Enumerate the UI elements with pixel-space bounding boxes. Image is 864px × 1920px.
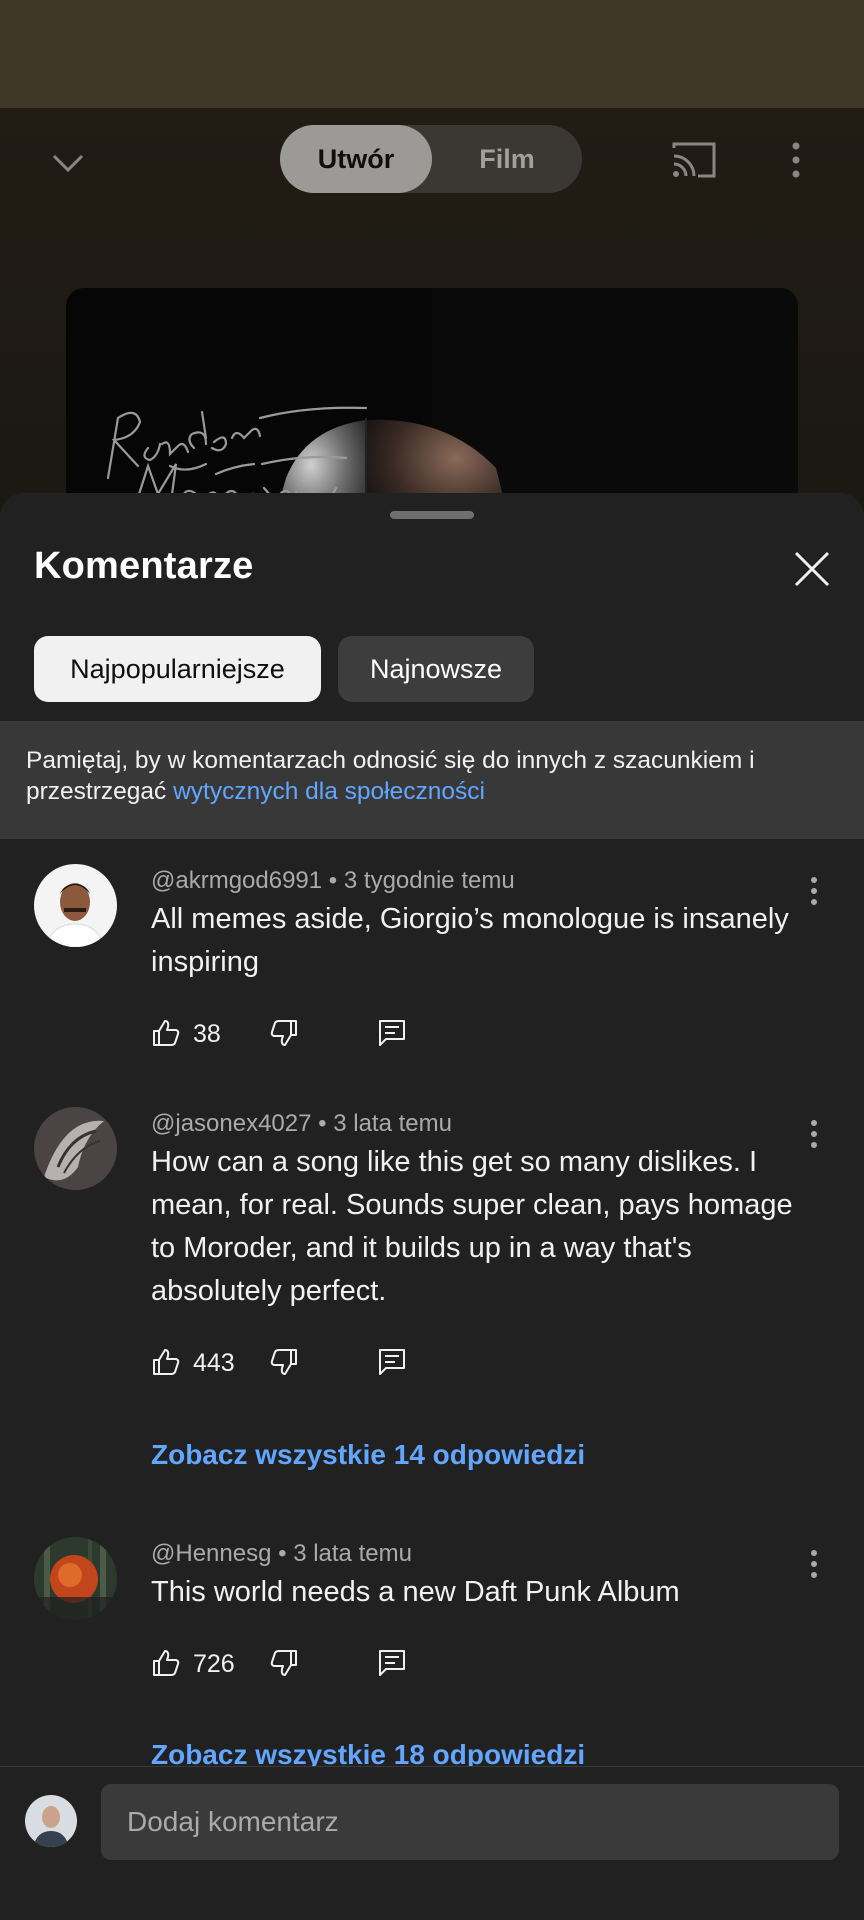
drag-handle[interactable]	[390, 511, 474, 519]
like-count: 443	[193, 1349, 235, 1377]
like-icon[interactable]	[151, 1648, 181, 1678]
comment-meta: @jasonex4027 • 3 lata temu	[151, 1110, 452, 1137]
close-icon[interactable]	[790, 547, 834, 591]
comment-composer: Dodaj komentarz	[0, 1766, 864, 1920]
more-vert-icon[interactable]	[802, 1549, 826, 1579]
like-count: 38	[193, 1020, 221, 1048]
dislike-icon[interactable]	[269, 1018, 299, 1048]
sort-chip-newest[interactable]: Najnowsze	[338, 636, 534, 702]
comment-text: This world needs a new Daft Punk Album	[151, 1576, 680, 1608]
status-bar	[0, 0, 864, 108]
comment-time: 3 lata temu	[293, 1540, 412, 1567]
sort-chip-top[interactable]: Najpopularniejsze	[34, 636, 321, 702]
song-video-toggle: Utwór Film	[280, 125, 582, 193]
comment-text: All memes aside, Giorgio’s monologue is …	[151, 903, 789, 978]
avatar[interactable]	[34, 1537, 117, 1620]
comment-actions: 443	[151, 1347, 451, 1387]
comment-meta: @Hennesg • 3 lata temu	[151, 1540, 412, 1567]
dislike-icon[interactable]	[269, 1347, 299, 1377]
community-notice: Pamiętaj, by w komentarzach odnosić się …	[0, 721, 864, 839]
like-icon[interactable]	[151, 1347, 181, 1377]
like-icon[interactable]	[151, 1018, 181, 1048]
player-toolbar: Utwór Film	[0, 108, 864, 212]
avatar[interactable]	[34, 864, 117, 947]
add-comment-input[interactable]: Dodaj komentarz	[101, 1784, 839, 1860]
tab-video[interactable]: Film	[432, 125, 582, 193]
reply-icon[interactable]	[377, 1018, 407, 1048]
more-vert-icon[interactable]	[802, 876, 826, 906]
community-guidelines-link[interactable]: wytycznych dla społeczności	[173, 778, 485, 805]
avatar[interactable]	[34, 1107, 117, 1190]
reply-icon[interactable]	[377, 1347, 407, 1377]
cast-icon[interactable]	[670, 138, 718, 182]
comment-author[interactable]: @Hennesg	[151, 1540, 271, 1567]
comment-meta: @akrmgod6991 • 3 tygodnie temu	[151, 867, 515, 894]
reply-icon[interactable]	[377, 1648, 407, 1678]
avatar	[25, 1795, 77, 1847]
comment-time: 3 tygodnie temu	[343, 867, 515, 894]
comment-actions: 726	[151, 1648, 451, 1688]
comment-author[interactable]: @akrmgod6991	[151, 867, 322, 894]
view-replies-link[interactable]: Zobacz wszystkie 14 odpowiedzi	[151, 1439, 585, 1471]
more-vert-icon[interactable]	[780, 138, 812, 182]
like-count: 726	[193, 1650, 235, 1678]
comments-title: Komentarze	[34, 545, 254, 587]
comment-actions: 38	[151, 1018, 451, 1058]
comment-author[interactable]: @jasonex4027	[151, 1110, 311, 1137]
player-area: Utwór Film	[0, 108, 864, 548]
chevron-down-icon[interactable]	[48, 144, 88, 180]
comments-sheet: Komentarze Najpopularniejsze Najnowsze P…	[0, 493, 864, 1920]
tab-song[interactable]: Utwór	[280, 125, 432, 193]
comment-time: 3 lata temu	[333, 1110, 452, 1137]
dislike-icon[interactable]	[269, 1648, 299, 1678]
more-vert-icon[interactable]	[802, 1119, 826, 1149]
comment-text: How can a song like this get so many dis…	[151, 1146, 793, 1307]
